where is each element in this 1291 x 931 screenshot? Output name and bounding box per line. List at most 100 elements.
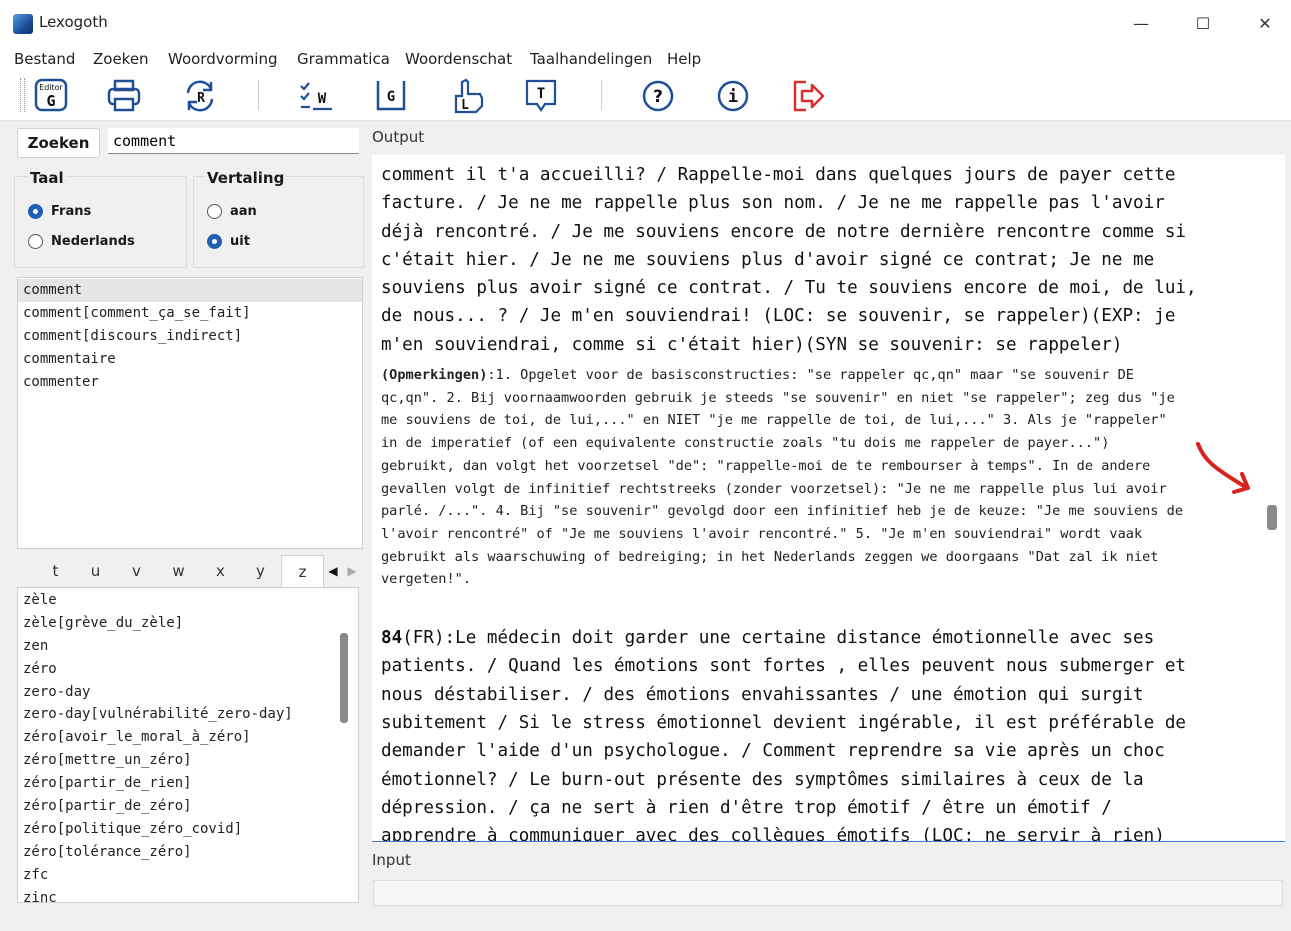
word-list-button[interactable]: W [296,76,336,116]
output-line: nous déstabiliser. / des émotions envahi… [381,684,1144,705]
editor-icon: Editor G [34,78,68,112]
search-button[interactable]: Zoeken [17,128,100,158]
output-line: émotionnel? / Le burn-out présente des s… [381,769,1144,790]
radio-uit[interactable]: uit [207,234,250,249]
tab-z[interactable]: z [281,555,324,588]
list-item[interactable]: zéro[politique_zéro_covid] [18,818,358,841]
toolbar-grip[interactable] [20,78,25,112]
remarks-line: qc,qn". 2. Bij voornaamwoorden gebruik j… [381,389,1175,406]
lookup-button[interactable]: L [446,76,486,116]
radio-aan[interactable]: aan [207,204,257,219]
svg-text:?: ? [653,87,663,107]
book-icon: G [376,81,406,111]
menu-bar: Bestand Zoeken Woordvorming Grammatica W… [0,46,1291,72]
toolbar: Editor G R W G L T ? i [0,72,1291,121]
output-text: comment il t'a accueilli? / Rappelle-moi… [381,161,1251,841]
tab-u[interactable]: u [75,555,116,587]
radio-indicator [207,234,222,249]
checklist-icon: W [300,82,332,111]
list-item[interactable]: zéro [18,658,358,681]
alphabet-tabs: s t u v w x y z ◀ ▶ [9,555,362,588]
menu-bestand[interactable]: Bestand [14,50,75,68]
maximize-button[interactable]: ☐ [1181,8,1225,38]
svg-text:i: i [728,87,738,107]
list-item[interactable]: comment[comment_ça_se_fait] [18,302,362,325]
tab-v[interactable]: v [116,555,157,587]
output-line: subitement / Si le stress émotionnel dev… [381,713,1187,733]
output-line: de nous... ? / Je m'en souviendrai! (LOC… [381,306,1176,327]
output-line: m'en souviendrai, comme si c'était hier)… [381,334,1123,355]
menu-taalhandelingen[interactable]: Taalhandelingen [530,50,652,68]
remarks-line: in de imperatief (of een equivalente con… [381,435,1110,452]
list-item[interactable]: commenter [18,371,362,394]
entry-first-line: 84(FR):Le médecin doit garder une certai… [381,624,1251,652]
list-item[interactable]: zinc [18,887,358,902]
remarks-line: gebruikt als waarschuwing of bedreiging;… [381,548,1159,565]
menu-zoeken[interactable]: Zoeken [93,50,149,68]
exit-button[interactable] [788,76,828,116]
tab-w[interactable]: w [158,555,199,587]
tab-partial[interactable]: s [0,555,16,587]
svg-text:W: W [318,91,327,107]
tab-t[interactable]: t [35,555,76,587]
index-list[interactable]: zèle zèle[grève_du_zèle] zen zéro zero-d… [17,587,359,903]
list-item[interactable]: zen [18,635,358,658]
list-item[interactable]: zéro[partir_de_zéro] [18,795,358,818]
list-item[interactable]: zèle[grève_du_zèle] [18,612,358,635]
remarks-line: gebruikt, dan volgt het voorzetsel "de":… [381,457,1151,474]
list-item[interactable]: commentaire [18,348,362,371]
menu-woordvorming[interactable]: Woordvorming [168,50,278,68]
minimize-button[interactable]: — [1119,8,1163,38]
menu-woordenschat[interactable]: Woordenschat [405,50,512,68]
text-button[interactable]: T [521,76,561,116]
input-field[interactable] [373,880,1283,906]
refresh-button[interactable]: R [180,76,220,116]
print-button[interactable] [104,76,144,116]
list-item[interactable]: zero-day [18,681,358,704]
list-item[interactable]: zéro[avoir_le_moral_à_zéro] [18,726,358,749]
entry-number: 84 [381,628,403,649]
output-panel[interactable]: comment il t'a accueilli? / Rappelle-moi… [372,155,1285,842]
entry-text: (FR):Le médecin doit garder une certaine… [402,628,1155,649]
svg-text:G: G [387,89,395,105]
results-list[interactable]: comment comment[comment_ça_se_fait] comm… [17,277,363,549]
svg-text:L: L [461,98,469,113]
svg-text:T: T [537,86,545,102]
toolbar-separator [258,80,259,110]
output-line: demander l'aide d'un psychologue. / Comm… [381,741,1165,762]
list-item[interactable]: zero-day[vulnérabilité_zero-day] [18,703,358,726]
list-item[interactable]: comment[discours_indirect] [18,325,362,348]
close-button[interactable]: ✕ [1243,8,1287,38]
list-item[interactable]: zéro[partir_de_rien] [18,772,358,795]
radio-frans[interactable]: Frans [28,204,91,219]
remarks-line: parlé. /...". 4. Bij "se souvenir" gevol… [381,503,1184,520]
list-item[interactable]: comment [18,279,362,302]
radio-indicator [28,204,43,219]
menu-grammatica[interactable]: Grammatica [297,50,390,68]
svg-text:Editor: Editor [39,83,63,92]
tab-y[interactable]: y [240,555,281,587]
help-button[interactable]: ? [638,76,678,116]
grammar-button[interactable]: G [371,76,411,116]
list-item[interactable]: zéro[tolérance_zéro] [18,841,358,864]
list-item[interactable]: zéro[mettre_un_zéro] [18,749,358,772]
search-input[interactable] [108,128,359,154]
list-item[interactable]: zèle [18,589,358,612]
editor-button[interactable]: Editor G [31,76,71,116]
output-scrollbar-thumb[interactable] [1267,505,1277,530]
window-title: Lexogoth [39,13,108,31]
tab-x[interactable]: x [200,555,241,587]
radio-label: aan [230,204,257,219]
tab-prev-arrow-icon[interactable]: ◀ [323,555,343,587]
output-line: patients. / Quand les émotions sont fort… [381,656,1187,677]
tab-next-arrow-icon[interactable]: ▶ [342,555,362,587]
info-button[interactable]: i [713,76,753,116]
remarks-line: gevallen volgt de infinitief rechtstreek… [381,480,1167,497]
app-logo-icon [13,14,33,34]
list-item[interactable]: zfc [18,864,358,887]
output-line: déjà rencontré. / Je me souviens encore … [381,221,1187,242]
index-scrollbar-thumb[interactable] [340,633,348,723]
menu-help[interactable]: Help [667,50,701,68]
remarks-line: vergeten!". [381,571,472,588]
radio-nederlands[interactable]: Nederlands [28,234,135,249]
